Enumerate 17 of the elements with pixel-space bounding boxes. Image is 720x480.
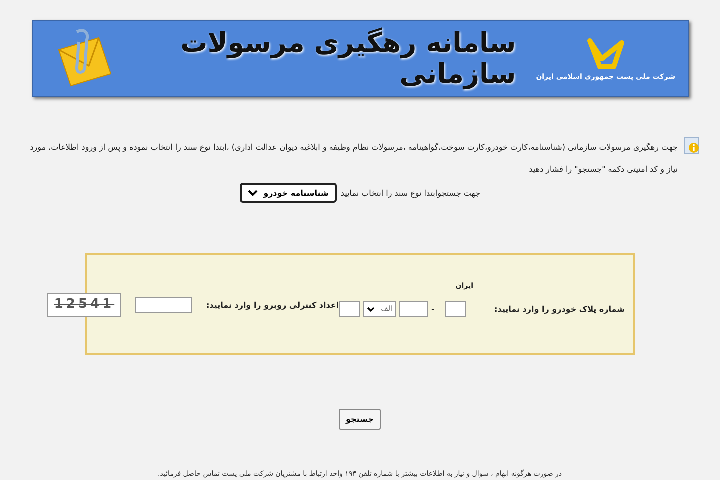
- document-type-label: جهت جستجوابتدا نوع سند را انتخاب نمایید: [340, 188, 480, 198]
- search-button[interactable]: جستجو: [339, 409, 381, 430]
- plate-field[interactable]: [339, 301, 360, 317]
- instruction-text: جهت رهگیری مرسولات سازمانی (شناسنامه،کارت خودرو،کارت سوخت،گواهینامه ،مرسولات نظام وظیفه و ابلاغیه دیوان عدالت اداری) ،ابتدا نوع سند را انتخاب نموده و پس از ورود اطلاعات، مورد نیاز و کد امنیتی دکمه "جستجو" را فشار دهید: [29, 142, 678, 176]
- banner-title: سامانه رهگیری مرسولات سازمانی: [180, 28, 516, 90]
- plate-field[interactable]: [399, 301, 428, 317]
- captcha-field[interactable]: [135, 297, 192, 313]
- document-type-dropdown[interactable]: شناسنامه خودرو: [240, 183, 337, 203]
- caret-icon: [367, 306, 376, 312]
- plate-field[interactable]: [445, 301, 466, 317]
- captcha-image: 12541: [47, 293, 122, 317]
- caret-icon: [248, 190, 258, 196]
- dash-separator: -: [431, 305, 435, 314]
- bird-logo-icon: [586, 36, 626, 70]
- plate-number-label: شماره پلاک خودرو را وارد نمایید:: [494, 305, 625, 314]
- captcha-label: اعداد کنترلی روبرو را وارد نمایید:: [206, 300, 340, 310]
- info-icon: [684, 137, 700, 155]
